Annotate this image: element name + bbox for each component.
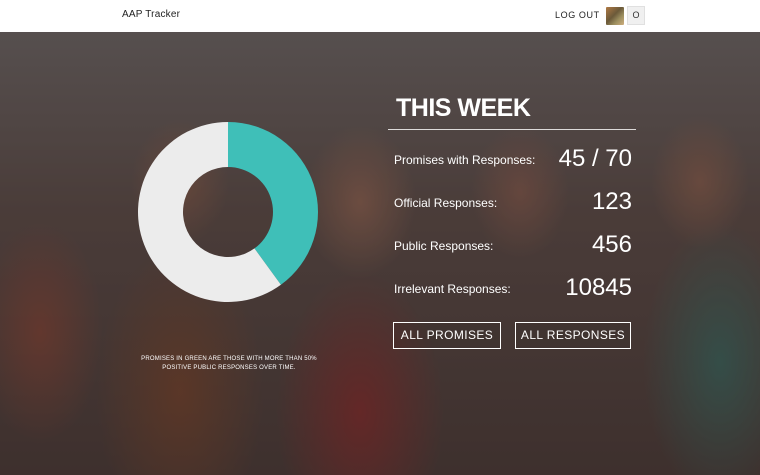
stat-row-official: Official Responses: 123 <box>394 186 634 216</box>
all-responses-button[interactable]: ALL RESPONSES <box>515 322 631 349</box>
stat-label: Public Responses: <box>394 239 494 253</box>
stats-divider <box>388 129 636 130</box>
user-initial-badge[interactable]: O <box>627 6 645 25</box>
stat-row-irrelevant: Irrelevant Responses: 10845 <box>394 272 634 302</box>
chart-caption: PROMISES IN GREEN ARE THOSE WITH MORE TH… <box>141 356 317 371</box>
hero-background-photo: PROMISES IN GREEN ARE THOSE WITH MORE TH… <box>0 32 760 475</box>
all-promises-button[interactable]: ALL PROMISES <box>393 322 501 349</box>
stats-title: THIS WEEK <box>396 94 531 122</box>
stat-row-promises: Promises with Responses: 45 / 70 <box>394 143 634 173</box>
promises-donut-chart <box>138 122 318 302</box>
stat-value: 456 <box>591 231 632 258</box>
stat-value: 45 / 70 <box>558 145 632 172</box>
hero-overlay <box>0 32 760 475</box>
stat-label: Official Responses: <box>394 196 498 210</box>
stat-value: 123 <box>591 188 632 215</box>
stat-row-public: Public Responses: 456 <box>394 229 634 259</box>
brand-title[interactable]: AAP Tracker <box>122 9 180 20</box>
stat-label: Irrelevant Responses: <box>394 282 511 296</box>
stat-value: 10845 <box>565 274 632 301</box>
donut-svg <box>138 122 318 302</box>
logout-link[interactable]: LOG OUT <box>555 10 600 20</box>
top-navbar: AAP Tracker LOG OUT O <box>0 0 760 32</box>
avatar[interactable] <box>606 7 624 25</box>
stat-label: Promises with Responses: <box>394 153 536 167</box>
